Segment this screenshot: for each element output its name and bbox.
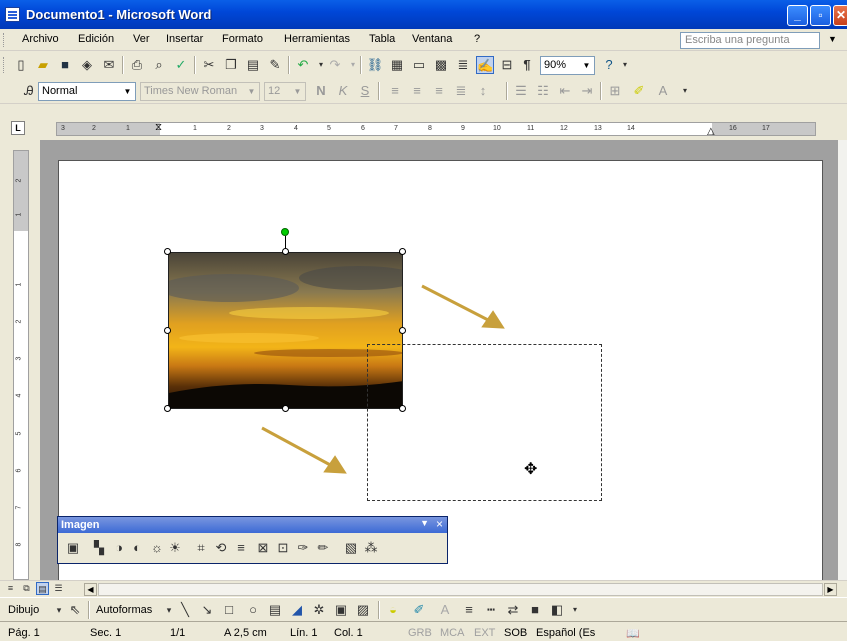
status-bar: Pág. 1 Sec. 1 1/1 A 2,5 cm Lín. 1 Col. 1…	[0, 621, 847, 641]
compress-pictures-icon[interactable]: ⊠	[254, 539, 272, 557]
more-brightness-icon[interactable]: ☼	[148, 539, 166, 557]
toolbar-separator	[378, 601, 379, 619]
picture-options-icon[interactable]: ⁂	[362, 539, 380, 557]
picture-toolbar[interactable]: Imagen ▼ × ▣ ▚ ◑ ◐ ☼ ☀ ⌗ ⟲ ≡ ⊠ ⊡ ✑ ✏ ▧ ⁂	[57, 516, 448, 564]
print-view-icon[interactable]: ▤	[36, 582, 49, 595]
autoshapes-button[interactable]: Autoformas	[96, 604, 152, 616]
move-cursor-icon: ✥	[524, 461, 538, 478]
shadow-style-icon[interactable]: ■	[526, 601, 544, 619]
toolbar-options-dropdown-icon[interactable]: ▼	[420, 518, 429, 528]
word-window: Documento1 - Microsoft Word _ ▫ ✕ Archiv…	[0, 0, 847, 641]
normal-view-icon[interactable]: ≡	[4, 582, 17, 595]
crop-icon[interactable]: ⌗	[192, 539, 210, 557]
arrow-style-icon[interactable]: ⇄	[504, 601, 522, 619]
color-icon[interactable]: ▚	[90, 539, 108, 557]
line-color-icon[interactable]: ✐	[410, 601, 428, 619]
rotate-left-icon[interactable]: ⟲	[212, 539, 230, 557]
status-col: Col. 1	[334, 627, 363, 639]
insert-image-icon[interactable]: ▨	[354, 601, 372, 619]
oval-icon[interactable]: ○	[244, 601, 262, 619]
3d-style-icon[interactable]: ◧	[548, 601, 566, 619]
status-sob[interactable]: SOB	[504, 627, 527, 639]
status-count: 1/1	[170, 627, 186, 639]
insert-picture-icon[interactable]: ▣	[64, 539, 82, 557]
status-language[interactable]: Español (Es	[536, 627, 595, 639]
clip-art-icon[interactable]: ▣	[332, 601, 350, 619]
wordart-icon[interactable]: ◢	[288, 601, 306, 619]
status-at: A 2,5 cm	[224, 627, 267, 639]
font-color-draw-icon[interactable]: A	[436, 601, 454, 619]
status-mca[interactable]: MCA	[440, 627, 464, 639]
format-picture-icon[interactable]: ✑	[294, 539, 312, 557]
drawbar-options-icon[interactable]: ▾	[566, 601, 584, 619]
less-brightness-icon[interactable]: ☀	[166, 539, 184, 557]
line-style-icon[interactable]: ≡	[232, 539, 250, 557]
picture-toolbar-title[interactable]: Imagen	[58, 517, 447, 533]
more-contrast-icon[interactable]: ◑	[110, 539, 128, 557]
select-objects-icon[interactable]: ⇖	[66, 601, 84, 619]
outline-view-icon[interactable]: ☰	[52, 582, 65, 595]
dash-style-icon[interactable]: ┅	[482, 601, 500, 619]
diagram-icon[interactable]: ✲	[310, 601, 328, 619]
status-ext[interactable]: EXT	[474, 627, 495, 639]
spelling-status-icon[interactable]: 📖	[626, 627, 640, 640]
horizontal-scrollbar[interactable]	[98, 583, 823, 596]
less-contrast-icon[interactable]: ◐	[128, 539, 146, 557]
line-icon[interactable]: ╲	[176, 601, 194, 619]
picture-toolbar-close-icon[interactable]: ×	[436, 517, 443, 531]
draw-menu-button[interactable]: Dibujo	[8, 604, 39, 616]
text-box-icon[interactable]: ▤	[266, 601, 284, 619]
fill-color-icon[interactable]: ◒	[384, 601, 402, 619]
drawing-toolbar: Dibujo ▾ ⇖ Autoformas ▾ ╲ ↘ □ ○ ▤ ◢ ✲ ▣ …	[0, 597, 847, 621]
arrow-tool-icon[interactable]: ↘	[198, 601, 216, 619]
scroll-right-icon[interactable]: ▶	[824, 583, 837, 596]
status-grb[interactable]: GRB	[408, 627, 432, 639]
scroll-left-icon[interactable]: ◀	[84, 583, 97, 596]
set-transparent-color-icon[interactable]: ✏	[314, 539, 332, 557]
line-style-draw-icon[interactable]: ≡	[460, 601, 478, 619]
status-line: Lín. 1	[290, 627, 318, 639]
text-wrapping-icon[interactable]: ⊡	[274, 539, 292, 557]
reset-picture-icon[interactable]: ▧	[342, 539, 360, 557]
rectangle-icon[interactable]: □	[220, 601, 238, 619]
status-page: Pág. 1	[8, 627, 40, 639]
web-view-icon[interactable]: ⧉	[20, 582, 33, 595]
drag-outline	[367, 344, 602, 501]
status-section: Sec. 1	[90, 627, 122, 639]
toolbar-separator	[88, 601, 89, 619]
